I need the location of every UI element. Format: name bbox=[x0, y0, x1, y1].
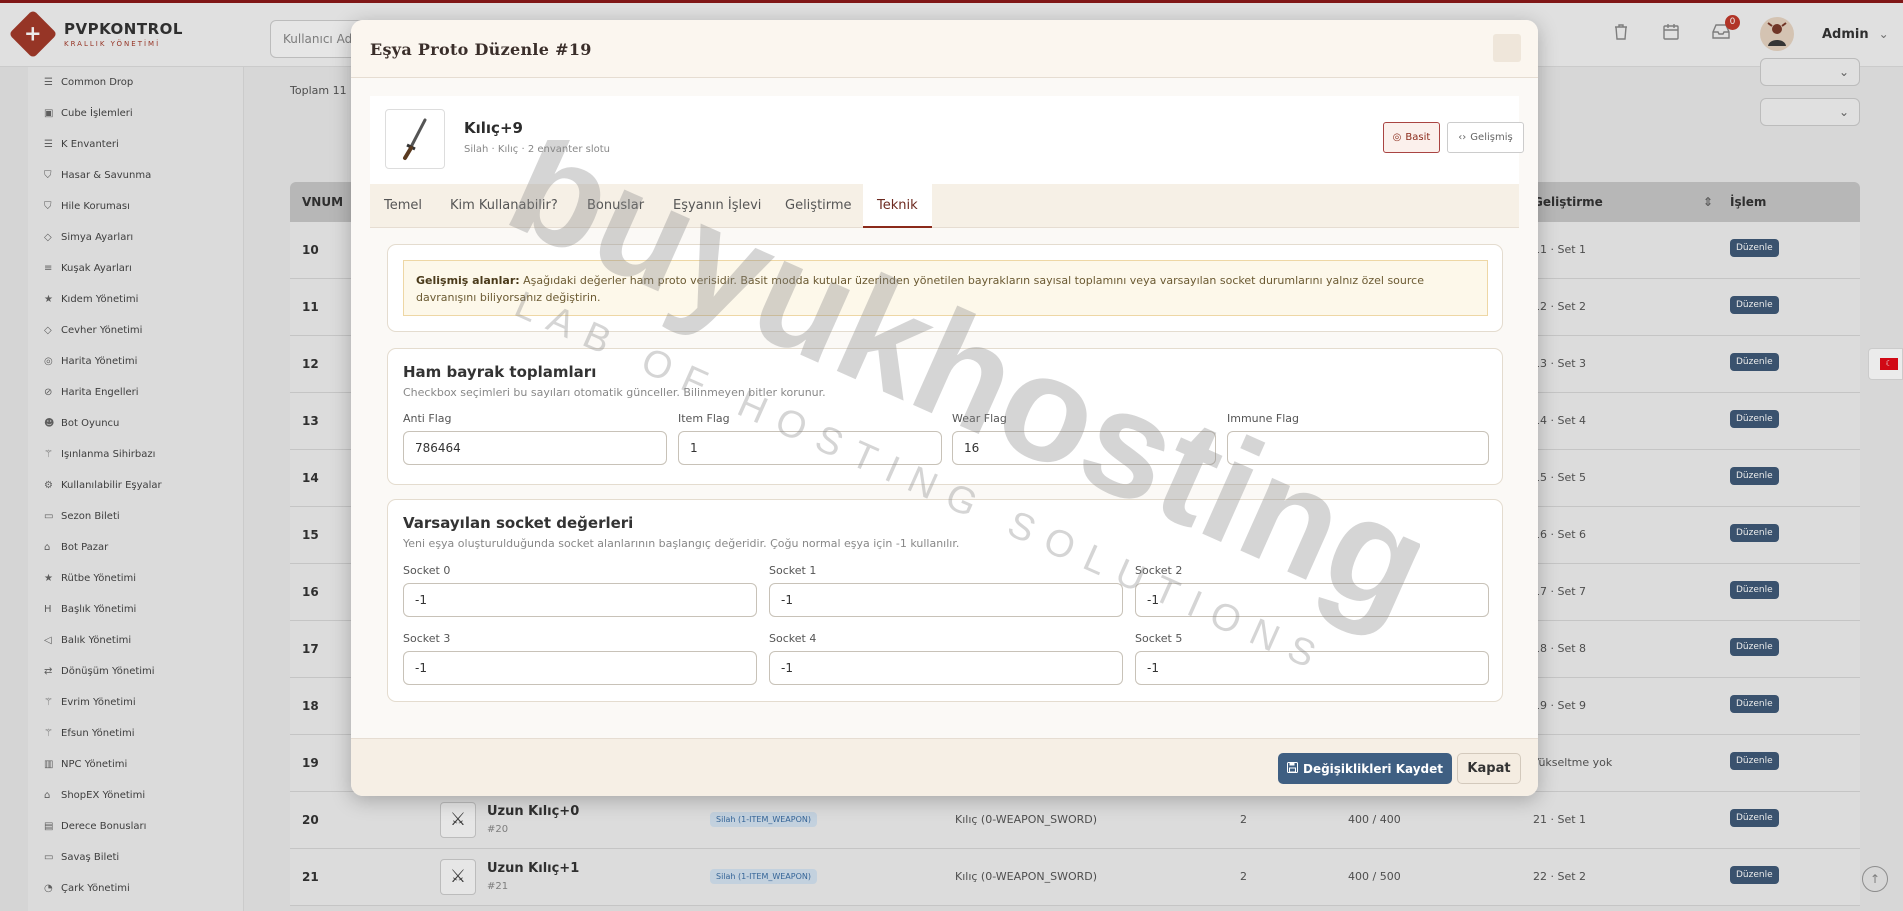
socket-4-label: Socket 4 bbox=[769, 632, 817, 645]
sockets-card: Varsayılan socket değerleri Yeni eşya ol… bbox=[387, 499, 1503, 702]
item-flag-input[interactable] bbox=[678, 431, 942, 465]
socket-2-input[interactable] bbox=[1135, 583, 1489, 617]
close-button[interactable]: Kapat bbox=[1457, 753, 1521, 784]
sockets-title: Varsayılan socket değerleri bbox=[403, 514, 634, 532]
sockets-description: Yeni eşya oluşturulduğunda socket alanla… bbox=[403, 537, 960, 550]
flags-card: Ham bayrak toplamları Checkbox seçimleri… bbox=[387, 348, 1503, 485]
item-name: Kılıç+9 bbox=[464, 119, 523, 137]
gauge-icon: ◎ bbox=[1392, 132, 1402, 143]
sword-icon bbox=[385, 109, 445, 169]
socket-4-input[interactable] bbox=[769, 651, 1123, 685]
socket-3-label: Socket 3 bbox=[403, 632, 451, 645]
advanced-mode-label: Gelişmiş bbox=[1470, 132, 1513, 143]
anti-flag-input[interactable] bbox=[403, 431, 667, 465]
modal-header: Eşya Proto Düzenle #19 bbox=[351, 20, 1538, 78]
save-button[interactable]: Değişiklikleri Kaydet bbox=[1278, 753, 1452, 784]
socket-3-input[interactable] bbox=[403, 651, 757, 685]
warning-card: Gelişmiş alanlar: Aşağıdaki değerler ham… bbox=[387, 244, 1503, 332]
anti-flag-label: Anti Flag bbox=[403, 412, 452, 425]
advanced-mode-button[interactable]: ‹› Gelişmiş bbox=[1447, 122, 1524, 153]
item-summary: Kılıç+9 Silah · Kılıç · 2 envanter slotu… bbox=[370, 96, 1524, 184]
item-flag-label: Item Flag bbox=[678, 412, 730, 425]
wear-flag-input[interactable] bbox=[952, 431, 1216, 465]
modal-footer: Değişiklikleri Kaydet Kapat bbox=[351, 738, 1538, 796]
tab-temel[interactable]: Temel bbox=[384, 184, 422, 228]
socket-5-label: Socket 5 bbox=[1135, 632, 1183, 645]
tab-gelistirme[interactable]: Geliştirme bbox=[785, 184, 852, 228]
code-icon: ‹› bbox=[1458, 132, 1467, 143]
tab-teknik[interactable]: Teknik bbox=[863, 184, 932, 228]
tab-esyanin-islevi[interactable]: Eşyanın İşlevi bbox=[673, 184, 761, 228]
item-subtitle: Silah · Kılıç · 2 envanter slotu bbox=[464, 144, 610, 155]
immune-flag-label: Immune Flag bbox=[1227, 412, 1299, 425]
floppy-icon bbox=[1286, 761, 1298, 776]
save-label: Değişiklikleri Kaydet bbox=[1302, 761, 1444, 776]
warning-strong: Gelişmiş alanlar: bbox=[416, 274, 520, 287]
socket-0-label: Socket 0 bbox=[403, 564, 451, 577]
tab-bonuslar[interactable]: Bonuslar bbox=[587, 184, 644, 228]
socket-5-input[interactable] bbox=[1135, 651, 1489, 685]
warning-text: Aşağıdaki değerler ham proto verisidir. … bbox=[416, 274, 1424, 304]
socket-1-input[interactable] bbox=[769, 583, 1123, 617]
tab-kim-kullanabilir[interactable]: Kim Kullanabilir? bbox=[450, 184, 558, 228]
socket-0-input[interactable] bbox=[403, 583, 757, 617]
socket-2-label: Socket 2 bbox=[1135, 564, 1183, 577]
edit-proto-modal: Eşya Proto Düzenle #19 Kılıç+9 Silah · K… bbox=[351, 20, 1538, 796]
close-icon[interactable] bbox=[1493, 34, 1521, 62]
warning-alert: Gelişmiş alanlar: Aşağıdaki değerler ham… bbox=[403, 260, 1488, 316]
basic-mode-label: Basit bbox=[1405, 132, 1431, 143]
immune-flag-input[interactable] bbox=[1227, 431, 1489, 465]
modal-tabs: Temel Kim Kullanabilir? Bonuslar Eşyanın… bbox=[370, 184, 1519, 228]
modal-title: Eşya Proto Düzenle #19 bbox=[370, 40, 592, 59]
socket-1-label: Socket 1 bbox=[769, 564, 817, 577]
flags-description: Checkbox seçimleri bu sayıları otomatik … bbox=[403, 386, 826, 399]
flags-title: Ham bayrak toplamları bbox=[403, 363, 597, 381]
wear-flag-label: Wear Flag bbox=[952, 412, 1007, 425]
basic-mode-button[interactable]: ◎ Basit bbox=[1383, 122, 1440, 153]
